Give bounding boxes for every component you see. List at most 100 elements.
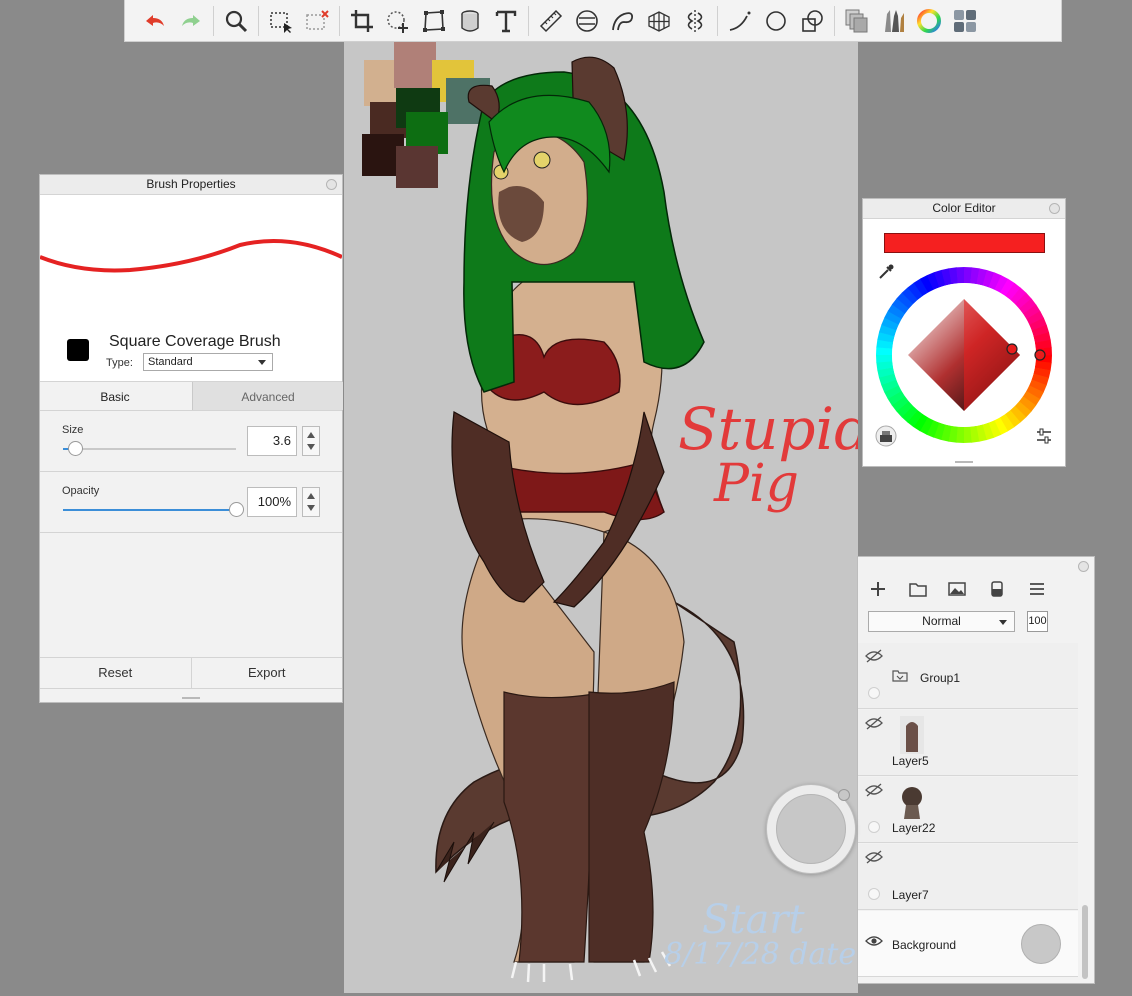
palette-grid-icon: [954, 9, 976, 32]
redo-button[interactable]: [173, 3, 209, 39]
folder-icon[interactable]: [908, 580, 928, 598]
layer-item-background[interactable]: Background: [858, 911, 1078, 977]
chevron-down-icon: [258, 360, 266, 365]
stroke-button[interactable]: [722, 3, 758, 39]
color-palette-swatches: [362, 42, 490, 188]
panel-title[interactable]: Brush Properties: [40, 175, 342, 195]
symmetry-button[interactable]: [569, 3, 605, 39]
increment-icon[interactable]: [307, 493, 315, 499]
hidden-eye-icon[interactable]: [865, 850, 883, 864]
resize-grip-icon[interactable]: [955, 461, 973, 463]
french-curve-button[interactable]: [605, 3, 641, 39]
color-puck-swatch[interactable]: [776, 794, 846, 864]
layer-item-layer5[interactable]: Layer5: [858, 710, 1078, 776]
opacity-slider-handle[interactable]: [229, 502, 244, 517]
background-color-swatch[interactable]: [1021, 924, 1061, 964]
layer-select-toggle[interactable]: [868, 687, 880, 699]
perspective-button[interactable]: [641, 3, 677, 39]
hidden-eye-icon[interactable]: [865, 783, 883, 797]
opacity-stepper[interactable]: [302, 487, 320, 517]
layer-item-layer7[interactable]: Layer7: [858, 844, 1078, 910]
layer-select-toggle[interactable]: [868, 821, 880, 833]
brush-type-dropdown[interactable]: Standard: [143, 353, 273, 371]
layer-name: Layer5: [892, 754, 929, 768]
menu-icon[interactable]: [1027, 580, 1047, 598]
layers-scrollbar[interactable]: [1082, 905, 1088, 979]
panel-title[interactable]: Color Editor: [863, 199, 1065, 219]
undo-button[interactable]: [137, 3, 173, 39]
brush-footer: Reset Export: [40, 657, 342, 689]
color-editor-panel: Color Editor: [862, 198, 1066, 467]
size-slider[interactable]: [63, 441, 236, 456]
opacity-value-input[interactable]: 100%: [247, 487, 297, 517]
color-editor-title: Color Editor: [932, 201, 996, 215]
crop-button[interactable]: [344, 3, 380, 39]
zoom-button[interactable]: [218, 3, 254, 39]
color-puck-icon[interactable]: [875, 425, 897, 447]
size-value-input[interactable]: 3.6: [247, 426, 297, 456]
decrement-icon[interactable]: [307, 505, 315, 511]
hidden-eye-icon[interactable]: [865, 716, 883, 730]
deselect-button[interactable]: [299, 3, 335, 39]
reset-button[interactable]: Reset: [40, 658, 191, 688]
panel-title[interactable]: [858, 557, 1094, 576]
toolbar-separator: [834, 5, 835, 36]
resize-grip-icon[interactable]: [182, 697, 200, 699]
layer-name: Layer22: [892, 821, 936, 835]
increment-icon[interactable]: [307, 432, 315, 438]
brush-color-swatch[interactable]: [67, 339, 89, 361]
layer-opacity-input[interactable]: 100: [1027, 611, 1048, 632]
shape-icon: [802, 9, 823, 32]
brush-library-button[interactable]: [875, 3, 911, 39]
size-slider-handle[interactable]: [68, 441, 84, 456]
add-layer-icon[interactable]: [868, 580, 888, 598]
palette-grid-button[interactable]: [947, 3, 983, 39]
color-sliders-icon[interactable]: [1035, 427, 1053, 445]
hidden-eye-icon[interactable]: [865, 649, 883, 663]
layer-name: Background: [892, 938, 957, 952]
color-wheel[interactable]: [874, 265, 1054, 445]
mirror-button[interactable]: [677, 3, 713, 39]
opacity-property: Opacity 100%: [40, 472, 342, 533]
brush-properties-panel: Brush Properties Square Coverage Brush T…: [39, 174, 343, 703]
saturation-handle: [1006, 343, 1018, 355]
layer-mask-icon[interactable]: [987, 580, 1007, 598]
layers-toggle-button[interactable]: [839, 3, 875, 39]
size-stepper[interactable]: [302, 426, 320, 456]
current-color-swatch[interactable]: [884, 233, 1045, 253]
size-property: Size 3.6: [40, 411, 342, 472]
decrement-icon[interactable]: [307, 444, 315, 450]
opacity-slider[interactable]: [63, 502, 244, 517]
undo-icon: [146, 14, 164, 26]
export-button[interactable]: Export: [190, 658, 343, 688]
brush-properties-title: Brush Properties: [146, 177, 236, 191]
layers-icon: [845, 9, 868, 32]
fill-button[interactable]: [452, 3, 488, 39]
signature-date: 8/17/28 date: [664, 940, 856, 970]
selection-button[interactable]: [263, 3, 299, 39]
image-icon[interactable]: [947, 580, 967, 598]
close-icon[interactable]: [1078, 561, 1089, 572]
brushes-icon: [885, 9, 904, 32]
ruler-button[interactable]: [533, 3, 569, 39]
text-button[interactable]: [488, 3, 524, 39]
tab-advanced[interactable]: Advanced: [192, 382, 343, 410]
color-puck-mini-swatch[interactable]: [838, 789, 850, 801]
transform-button[interactable]: [380, 3, 416, 39]
blend-mode-dropdown[interactable]: Normal: [868, 611, 1015, 632]
ellipse-button[interactable]: [758, 3, 794, 39]
shape-button[interactable]: [794, 3, 830, 39]
layer-select-toggle[interactable]: [868, 888, 880, 900]
deselect-icon: [306, 9, 329, 30]
distort-button[interactable]: [416, 3, 452, 39]
stroke-icon: [729, 11, 751, 31]
close-icon[interactable]: [1049, 203, 1060, 214]
signature-block: Start 8/17/28 date: [664, 900, 856, 970]
layer-item-layer22[interactable]: Layer22: [858, 777, 1078, 843]
tab-basic[interactable]: Basic: [40, 382, 190, 410]
color-puck[interactable]: [766, 784, 856, 874]
layer-item-group1[interactable]: Group1: [858, 643, 1078, 709]
close-icon[interactable]: [326, 179, 337, 190]
eye-icon[interactable]: [865, 934, 883, 948]
color-editor-toggle-button[interactable]: [911, 3, 947, 39]
